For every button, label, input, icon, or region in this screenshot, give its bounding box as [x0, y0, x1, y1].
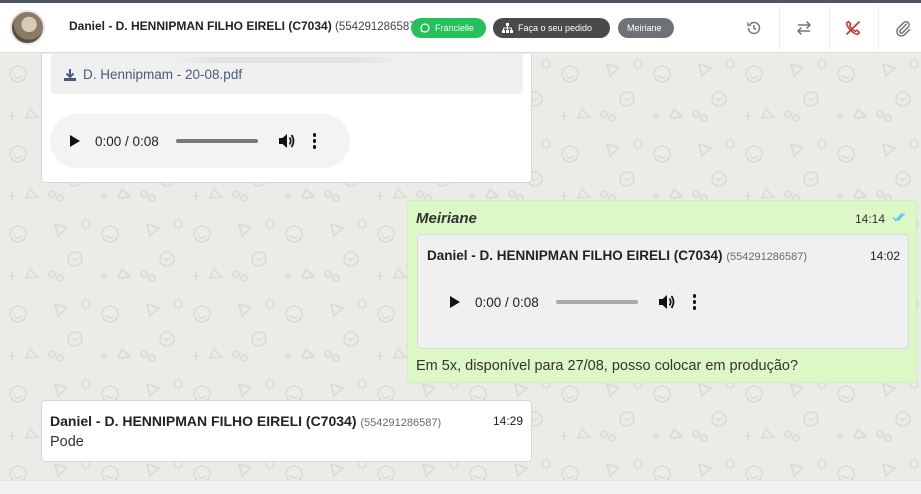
- message-bubble-outgoing: Meiriane 14:14 Daniel - D. HENNIPMAN FIL…: [407, 200, 917, 383]
- file-attachment: D. Hennipmam - 20-08.pdf: [51, 54, 523, 94]
- quoted-sender-phone: (554291286587): [726, 251, 808, 263]
- attach-button[interactable]: [890, 15, 916, 41]
- blurred-preview: [171, 57, 401, 63]
- divider: [779, 6, 780, 50]
- chat-area: D. Hennipmam - 20-08.pdf 0:00 / 0:08 Mei…: [0, 54, 921, 494]
- sender-phone: (554291286587): [360, 417, 442, 429]
- divider: [829, 6, 830, 50]
- quoted-audio-player: 0:00 / 0:08: [430, 275, 718, 329]
- composer-edge: [0, 480, 921, 494]
- quoted-sender: Daniel - D. HENNIPMAN FILHO EIRELI (C703…: [427, 248, 807, 263]
- play-icon[interactable]: [450, 296, 460, 308]
- tag-label: Meiriane: [627, 23, 662, 33]
- end-call-icon: [845, 20, 861, 36]
- sitemap-icon: [502, 23, 513, 33]
- message-bubble-incoming: D. Hennipmam - 20-08.pdf 0:00 / 0:08: [41, 54, 532, 183]
- message-text: Em 5x, disponível para 27/08, posso colo…: [416, 358, 799, 374]
- tag-faca-seu-pedido[interactable]: Faça o seu pedido: [493, 18, 610, 38]
- volume-icon[interactable]: [658, 294, 676, 310]
- end-call-button[interactable]: [840, 15, 866, 41]
- file-download-link[interactable]: D. Hennipmam - 20-08.pdf: [63, 67, 242, 82]
- message-text: Pode: [50, 434, 84, 450]
- message-time: 14:14: [854, 212, 885, 226]
- contact-name: Daniel - D. HENNIPMAN FILHO EIRELI (C703…: [69, 19, 332, 33]
- more-options-icon[interactable]: [692, 294, 697, 310]
- volume-icon[interactable]: [278, 133, 296, 149]
- sender-name: Daniel - D. HENNIPMAN FILHO EIRELI (C703…: [50, 413, 357, 429]
- quoted-message[interactable]: Daniel - D. HENNIPMAN FILHO EIRELI (C703…: [417, 234, 909, 349]
- contact-title: Daniel - D. HENNIPMAN FILHO EIRELI (C703…: [69, 19, 419, 33]
- audio-progress-slider[interactable]: [555, 300, 638, 304]
- contact-phone: (554291286587): [335, 21, 420, 33]
- tag-meiriane[interactable]: Meiriane: [618, 18, 674, 38]
- read-ticks-icon: [892, 213, 906, 222]
- play-icon[interactable]: [70, 135, 80, 147]
- audio-time: 0:00 / 0:08: [475, 294, 539, 310]
- history-icon: [746, 21, 761, 35]
- whatsapp-icon: [420, 23, 430, 33]
- avatar[interactable]: [10, 10, 45, 45]
- sender-name: Meiriane: [416, 210, 477, 227]
- download-icon: [64, 68, 76, 81]
- attach-icon: [896, 20, 911, 37]
- quoted-time: 14:02: [869, 249, 900, 263]
- audio-time: 0:00 / 0:08: [95, 133, 159, 149]
- quoted-sender-name: Daniel - D. HENNIPMAN FILHO EIRELI (C703…: [427, 248, 723, 263]
- more-options-icon[interactable]: [312, 133, 317, 149]
- history-button[interactable]: [741, 15, 767, 41]
- audio-player: 0:00 / 0:08: [50, 114, 350, 168]
- transfer-icon: [796, 20, 812, 36]
- message-time: 14:29: [492, 414, 523, 428]
- message-sender: Daniel - D. HENNIPMAN FILHO EIRELI (C703…: [50, 413, 441, 429]
- audio-progress-slider[interactable]: [175, 139, 258, 143]
- transfer-button[interactable]: [791, 15, 817, 41]
- tag-francielle[interactable]: Francielle: [411, 18, 486, 38]
- divider: [878, 6, 879, 50]
- tag-label: Faça o seu pedido: [518, 23, 593, 33]
- message-bubble-incoming: Daniel - D. HENNIPMAN FILHO EIRELI (C703…: [41, 400, 532, 462]
- tag-label: Francielle: [435, 23, 475, 33]
- file-name: D. Hennipmam - 20-08.pdf: [83, 67, 243, 82]
- chat-header: Daniel - D. HENNIPMAN FILHO EIRELI (C703…: [0, 3, 921, 53]
